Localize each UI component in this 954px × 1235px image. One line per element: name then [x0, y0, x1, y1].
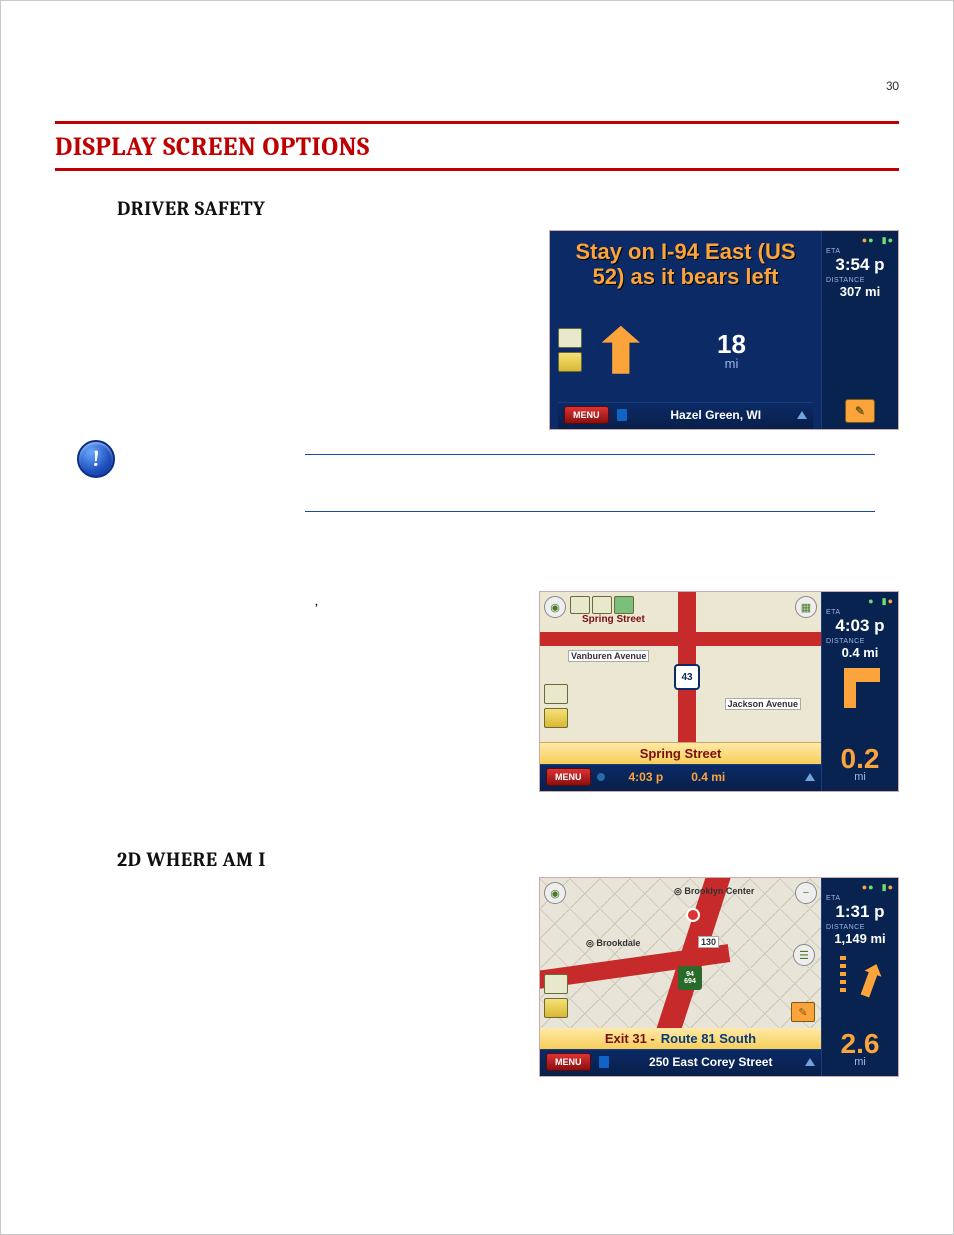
eta-label: ETA: [826, 248, 841, 255]
progress-ticks-icon: [840, 956, 846, 996]
poi-icon[interactable]: [614, 596, 634, 614]
north-arrow-icon: [805, 773, 815, 781]
footer-distance: 0.4 mi: [691, 770, 725, 784]
section: DISPLAY SCREEN OPTIONS DRIVER SAFETY Sta…: [55, 121, 899, 1077]
map-area[interactable]: ◉ ▦ Spring Street Vanburen Ave: [540, 592, 821, 742]
flag-icon[interactable]: [599, 1056, 609, 1068]
fuel-icon[interactable]: [558, 328, 582, 348]
north-arrow-icon: [797, 411, 807, 419]
instruction-text: Stay on I-94 East (US 52) as it bears le…: [558, 237, 813, 296]
location-text: Hazel Green, WI: [635, 408, 798, 422]
eta-value: 3:54 p: [835, 255, 884, 275]
side-distance-unit: mi: [854, 771, 866, 783]
eta-value: 4:03 p: [835, 616, 884, 636]
distance-value: 1,149 mi: [834, 931, 885, 946]
city-label: Brooklyn Center: [684, 886, 754, 896]
rule-bottom: [55, 168, 899, 171]
side-distance: 2.6: [841, 1030, 880, 1058]
street-label: Jackson Avenue: [725, 698, 801, 710]
compass-icon[interactable]: −: [795, 882, 817, 904]
screenshot-driver-safety: Stay on I-94 East (US 52) as it bears le…: [549, 230, 899, 430]
side-panel: ●● ▮● ETA 3:54 p DISTANCE 307 mi ✎: [821, 231, 898, 429]
current-street-bar: Spring Street: [540, 742, 821, 764]
map-area[interactable]: ◉ − ◎ Brooklyn Center ◎ Brookdale 130 94…: [540, 878, 821, 1028]
street-label: Vanburen Avenue: [568, 650, 649, 662]
menu-button[interactable]: MENU: [546, 1053, 591, 1071]
interstate-shield-icon: 94694: [678, 966, 702, 990]
warning-icon[interactable]: [544, 998, 568, 1018]
bear-right-arrow-icon: [845, 957, 885, 999]
side-panel: ●● ▮● ETA 1:31 p DISTANCE 1,149 mi 2.6 m…: [821, 878, 898, 1076]
menu-button[interactable]: MENU: [546, 768, 591, 786]
street-label: Spring Street: [580, 614, 647, 625]
city-label: Brookdale: [596, 938, 640, 948]
info-icon[interactable]: ☰: [793, 944, 815, 966]
note-lines: [305, 454, 875, 512]
distance-label: DISTANCE: [826, 924, 865, 931]
route-shield: 130: [698, 936, 719, 948]
poi-icon[interactable]: [592, 596, 612, 614]
alert-icon: !: [77, 440, 115, 478]
side-distance-unit: mi: [854, 1056, 866, 1068]
warning-icon[interactable]: [558, 352, 582, 372]
rule-top: [55, 121, 899, 124]
heading-driver-safety: DRIVER SAFETY: [117, 197, 899, 220]
compass-icon[interactable]: ▦: [795, 596, 817, 618]
next-distance: 18 mi: [650, 329, 813, 371]
screenshot-2d-map: ◉ ▦ Spring Street Vanburen Ave: [539, 591, 899, 792]
location-text: 250 East Corey Street: [617, 1055, 806, 1069]
eta-label: ETA: [826, 895, 841, 902]
gps-dot-icon: [597, 773, 605, 781]
eta-label: ETA: [826, 609, 841, 616]
recenter-icon[interactable]: ◉: [544, 882, 566, 904]
north-arrow-icon: [805, 1058, 815, 1066]
menu-button[interactable]: MENU: [564, 406, 609, 424]
footer-bar: MENU 250 East Corey Street: [540, 1049, 821, 1076]
footer-bar: MENU Hazel Green, WI: [558, 402, 813, 429]
pencil-badge-icon[interactable]: ✎: [845, 399, 875, 423]
side-panel: ● ▮● ETA 4:03 p DISTANCE 0.4 mi 0.2 mi: [821, 592, 898, 791]
side-distance: 0.2: [841, 745, 880, 773]
eta-value: 1:31 p: [835, 902, 884, 922]
recenter-icon[interactable]: ◉: [544, 596, 566, 618]
turn-arrow-icon: [592, 326, 640, 374]
flag-icon[interactable]: [617, 409, 627, 421]
warning-icon[interactable]: [544, 708, 568, 728]
fuel-icon[interactable]: [544, 974, 568, 994]
section-title: DISPLAY SCREEN OPTIONS: [55, 132, 899, 162]
route-shield: 43: [674, 664, 700, 690]
distance-value: 0.4 mi: [842, 645, 879, 660]
poi-icon[interactable]: [570, 596, 590, 614]
heading-where-am-i: 2D WHERE AM I: [117, 848, 899, 871]
vehicle-marker-icon: [686, 908, 700, 922]
screenshot-where-am-i: ◉ − ◎ Brooklyn Center ◎ Brookdale 130 94…: [539, 877, 899, 1077]
distance-value: 307 mi: [840, 284, 880, 299]
fuel-icon[interactable]: [544, 684, 568, 704]
turn-left-arrow-icon: [840, 668, 880, 708]
footer-bar: MENU 4:03 p 0.4 mi: [540, 764, 821, 791]
page: 30 DISPLAY SCREEN OPTIONS DRIVER SAFETY …: [0, 0, 954, 1235]
pencil-badge-icon[interactable]: ✎: [791, 1002, 815, 1022]
distance-label: DISTANCE: [826, 277, 865, 284]
distance-label: DISTANCE: [826, 638, 865, 645]
exit-bar: Exit 31 - Route 81 South: [540, 1028, 821, 1049]
footer-time: 4:03 p: [629, 770, 664, 784]
page-number: 30: [886, 79, 899, 94]
